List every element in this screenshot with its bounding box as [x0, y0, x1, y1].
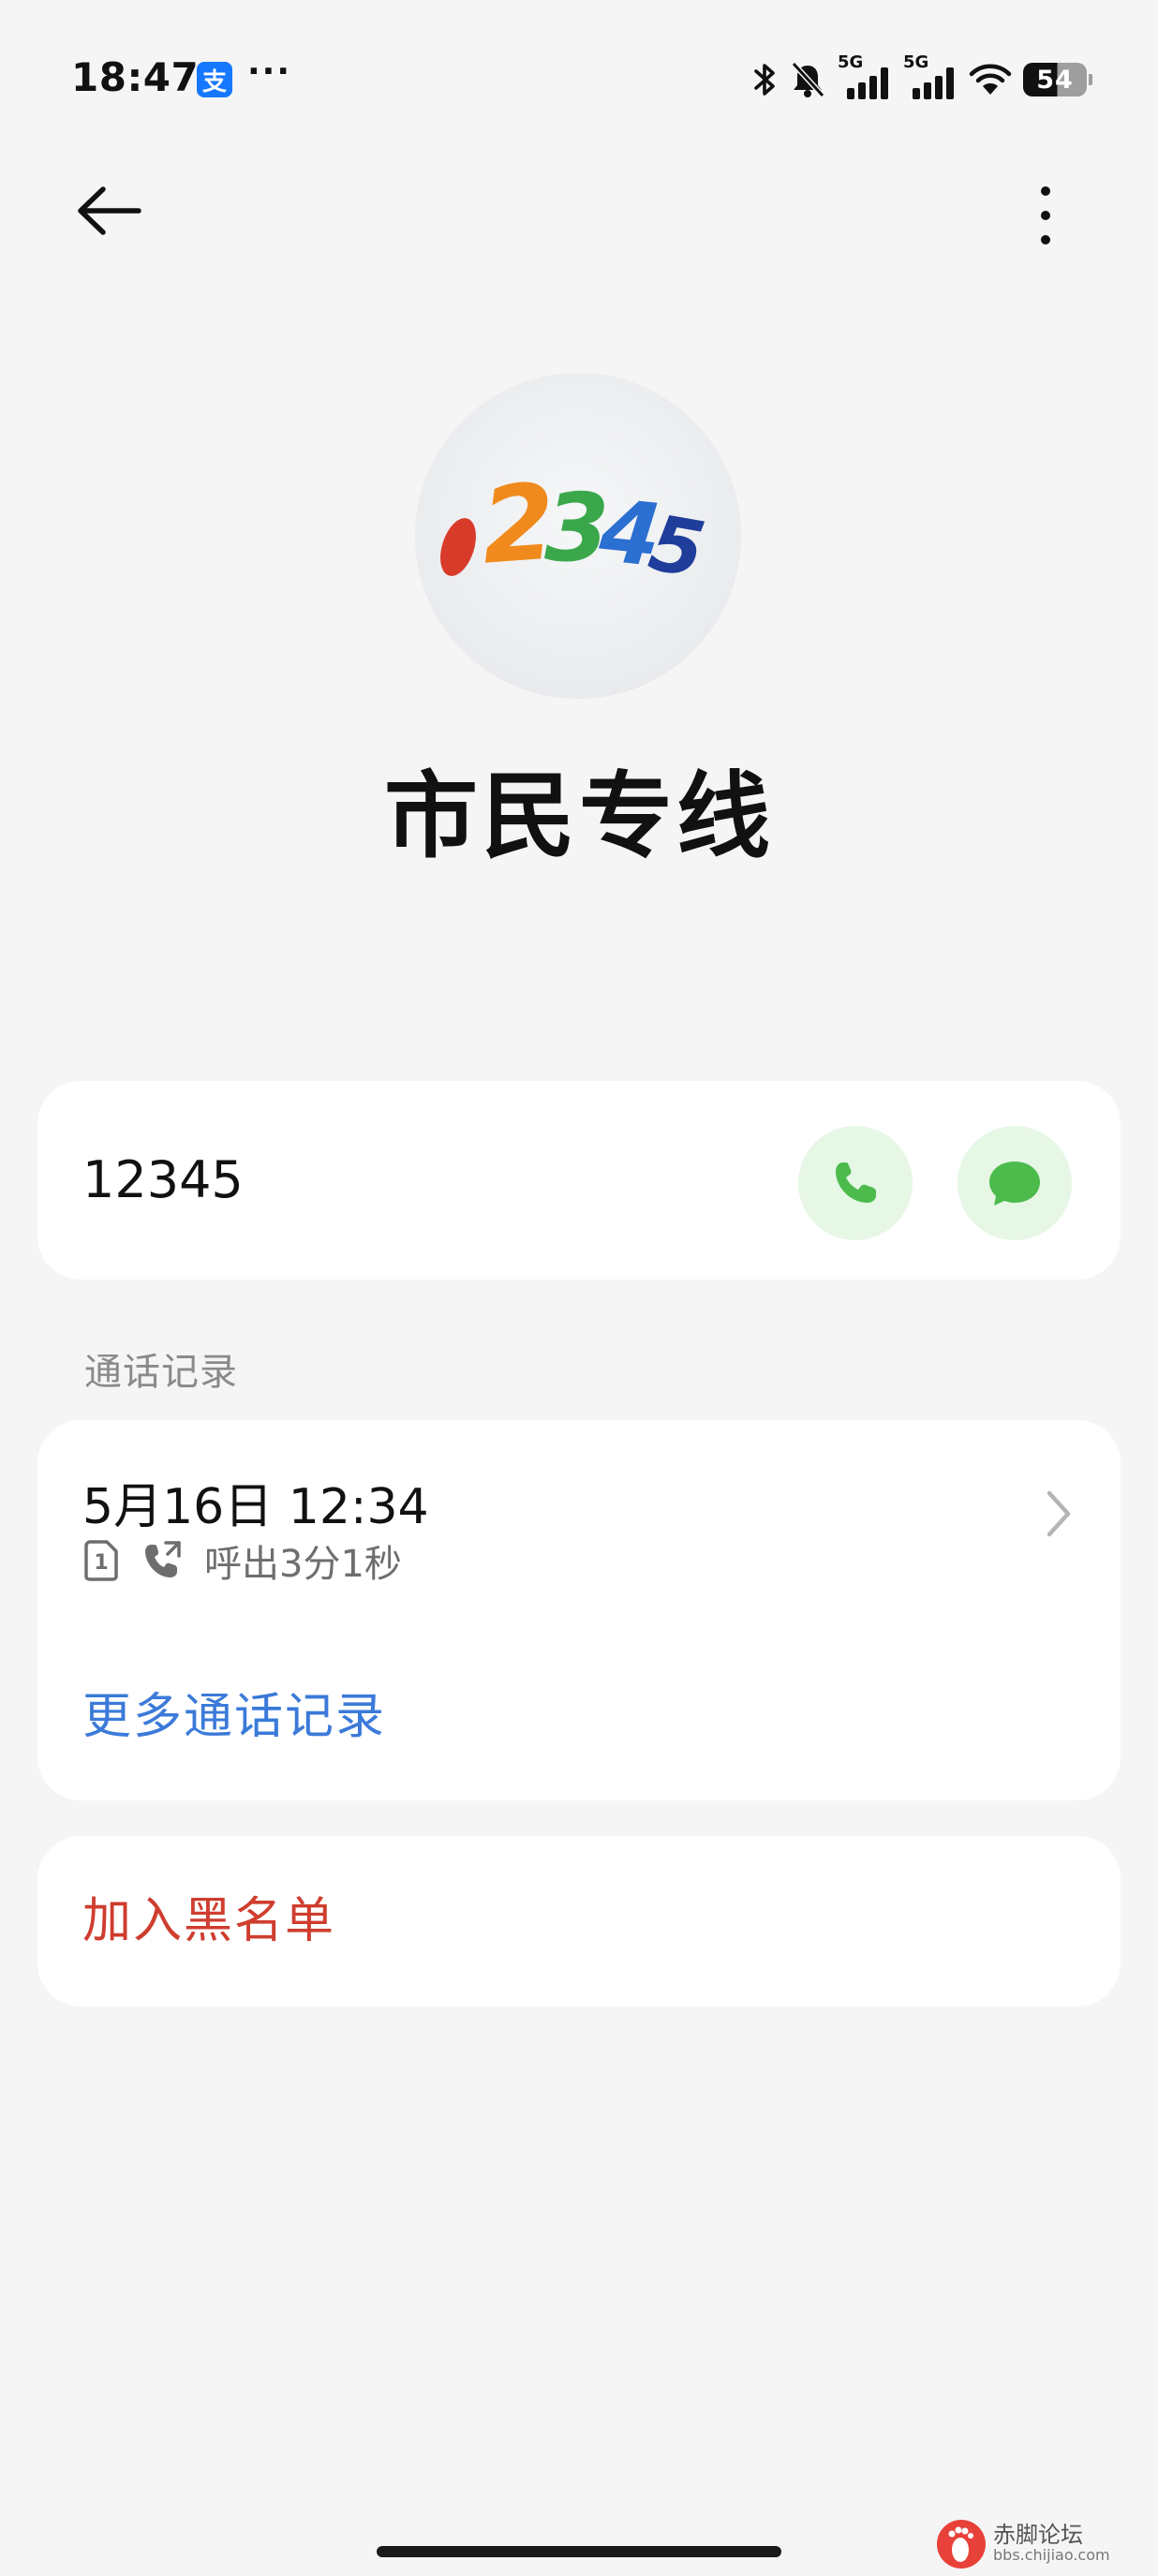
forum-watermark: 赤脚论坛 bbs.chijiao.com [935, 2516, 1151, 2572]
sim-slot-number: 1 [94, 1551, 108, 1575]
more-call-history-link[interactable]: 更多通话记录 [82, 1677, 386, 1747]
status-time: 18:47 [71, 54, 200, 100]
call-button[interactable] [798, 1126, 913, 1240]
add-to-blacklist-button[interactable]: 加入黑名单 [37, 1836, 1121, 2006]
wifi-icon [969, 64, 1012, 95]
signal-bars-icon [847, 67, 888, 99]
contact-detail-screen: 18:47 支 ··· 5G 5G 54 2 3 4 5 市民专线 12345 … [0, 0, 1158, 2576]
contact-avatar: 2 3 4 5 [415, 373, 741, 699]
add-to-blacklist-label: 加入黑名单 [82, 1893, 336, 1949]
sim-card-icon: 1 [84, 1540, 118, 1581]
message-bubble-icon [989, 1162, 1040, 1206]
status-bar: 18:47 支 ··· 5G 5G 54 [0, 0, 1158, 159]
back-button[interactable] [71, 178, 165, 253]
home-indicator[interactable] [377, 2546, 781, 2557]
phone-number-card: 12345 [37, 1081, 1121, 1280]
bell-muted-icon [791, 61, 825, 98]
outgoing-call-icon [145, 1541, 181, 1577]
call-meta: 1 呼出3分1秒 [82, 1534, 402, 1587]
call-detail: 呼出3分1秒 [204, 1543, 402, 1586]
footprint-logo-icon [937, 2520, 986, 2569]
logo-digit-1-mark [440, 518, 476, 576]
call-datetime: 5月16日 12:34 [82, 1479, 429, 1535]
chevron-right-icon [1047, 1490, 1071, 1537]
call-history-card: 5月16日 12:34 1 呼出3分1秒 更多通话记录 [37, 1420, 1121, 1800]
cell-signal-1: 5G [838, 52, 892, 101]
cell-signal-2: 5G [903, 52, 958, 101]
call-history-entry[interactable]: 5月16日 12:34 1 呼出3分1秒 [37, 1420, 1121, 1607]
call-history-section-label: 通话记录 [84, 1351, 238, 1394]
contact-name: 市民专线 [384, 762, 774, 871]
12345-hotline-logo: 2 3 4 5 [440, 461, 711, 596]
alipay-notification-icon: 支 [197, 62, 232, 97]
bluetooth-icon [754, 64, 775, 96]
watermark-title: 赤脚论坛 [993, 2522, 1083, 2548]
battery-indicator: 54 [1023, 63, 1092, 96]
status-icons: 5G 5G 54 [753, 52, 1092, 103]
signal-bars-icon [913, 67, 954, 99]
watermark-url: bbs.chijiao.com [993, 2546, 1110, 2564]
arrow-left-icon [78, 186, 141, 235]
more-vertical-icon [1041, 186, 1050, 244]
message-button[interactable] [958, 1126, 1072, 1240]
more-options-button[interactable] [1017, 178, 1074, 253]
phone-icon [836, 1162, 876, 1203]
phone-number[interactable]: 12345 [82, 1081, 244, 1280]
more-notifications-icon: ··· [247, 52, 292, 91]
